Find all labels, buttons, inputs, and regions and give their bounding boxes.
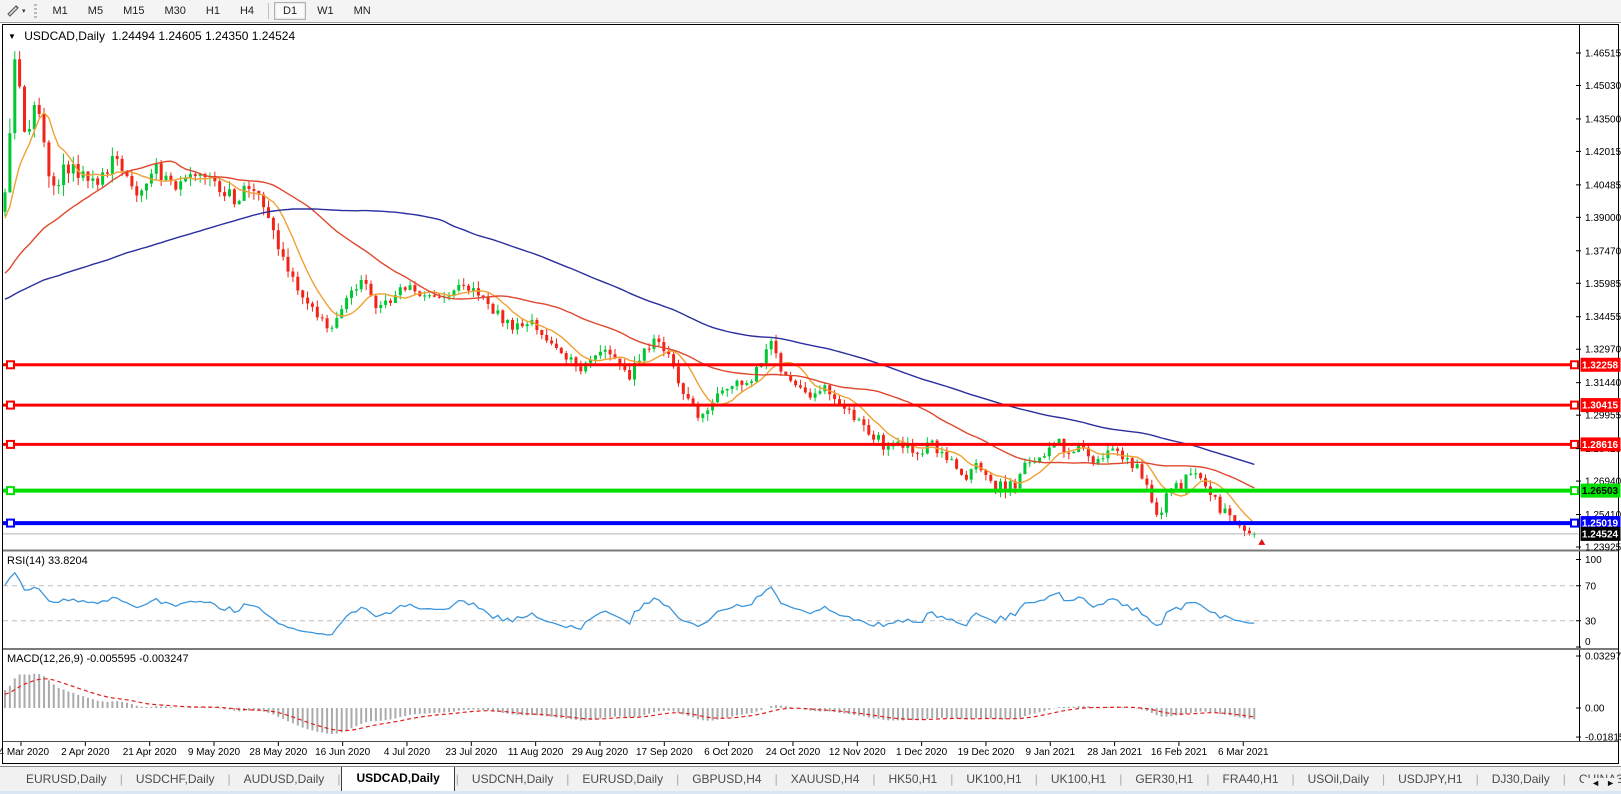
chart-tab-gbpusd-h4[interactable]: GBPUSD,H4 [680, 768, 773, 791]
trade-arrow-icon [1258, 539, 1265, 545]
chart-canvas: 1.46515 1.45030 1.43500 1.42015 1.40485 1.390… [0, 0, 1621, 794]
ma-fast-line [5, 113, 1254, 523]
macd-label: MACD(12,26,9) -0.005595 -0.003247 [7, 653, 189, 665]
time-axis-label: 28 May 2020 [249, 747, 307, 758]
price-axis-tick: 1.31440 [1585, 378, 1621, 389]
time-axis-label: 6 Oct 2020 [704, 747, 753, 758]
macd-pane: 0.032972 0.00 -0.018154 [5, 652, 1621, 744]
price-axis-tick: 1.23925 [1585, 542, 1621, 553]
time-axis-label: 16 Feb 2021 [1151, 747, 1208, 758]
price-axis-tick: 1.43500 [1585, 114, 1621, 125]
price-axis-tick: 1.29955 [1585, 411, 1621, 422]
time-axis-label: 29 Aug 2020 [572, 747, 629, 758]
chart-tab-usoil-daily[interactable]: USOil,Daily [1296, 768, 1381, 791]
level-handle[interactable] [7, 520, 14, 527]
tab-scroll-left-icon[interactable]: ◄ [1588, 778, 1603, 788]
chart-ohlc-values: 1.24494 1.24605 1.24350 1.24524 [112, 29, 296, 43]
chart-tab-usdcad-daily[interactable]: USDCAD,Daily [341, 766, 454, 791]
time-axis-label: 14 Mar 2020 [0, 747, 50, 758]
chart-tab-usdchf-daily[interactable]: USDCHF,Daily [124, 768, 227, 791]
time-axis[interactable]: 14 Mar 2020 2 Apr 2020 21 Apr 2020 9 May 20… [0, 742, 1269, 758]
price-tag-value: 1.30415 [1582, 401, 1619, 412]
chart-tab-bar: EURUSD,Daily|USDCHF,Daily|AUDUSD,Daily|U… [0, 766, 1621, 791]
level-handle[interactable] [1571, 520, 1578, 527]
chart-title: ▼ USDCAD,Daily 1.24494 1.24605 1.24350 1… [8, 29, 295, 43]
price-tag-value: 1.26503 [1582, 486, 1619, 497]
chart-tab-hk50-h1[interactable]: HK50,H1 [877, 768, 950, 791]
tab-scroll-arrows: ◄► [1584, 778, 1618, 788]
chart-tab-uk100-h1[interactable]: UK100,H1 [954, 768, 1033, 791]
time-axis-label: 6 Mar 2021 [1218, 747, 1269, 758]
time-axis-label: 17 Sep 2020 [636, 747, 693, 758]
macd-signal-line [5, 679, 1254, 731]
price-axis-tick: 1.46515 [1585, 49, 1621, 60]
price-axis[interactable]: 1.46515 1.45030 1.43500 1.42015 1.40485 1.390… [1576, 49, 1621, 554]
time-axis-label: 12 Nov 2020 [829, 747, 886, 758]
trading-terminal: ▾ M1M5M15M30H1H4D1W1MN ▼ USDCAD,Daily 1.… [0, 0, 1621, 794]
price-tag-value: 1.24524 [1582, 529, 1619, 540]
price-axis-tick: 1.34455 [1585, 312, 1621, 323]
time-axis-label: 2 Apr 2020 [61, 747, 110, 758]
rsi-axis-tick: 0 [1585, 637, 1591, 648]
chart-tab-xauusd-h4[interactable]: XAUUSD,H4 [779, 768, 872, 791]
time-axis-label: 19 Dec 2020 [958, 747, 1015, 758]
price-axis-tick: 1.35985 [1585, 279, 1621, 290]
level-handle[interactable] [7, 402, 14, 409]
chart-tab-usdjpy-h1[interactable]: USDJPY,H1 [1386, 768, 1474, 791]
time-axis-label: 1 Dec 2020 [896, 747, 948, 758]
chart-tab-audusd-daily[interactable]: AUDUSD,Daily [232, 768, 337, 791]
level-handle[interactable] [1571, 361, 1578, 368]
level-handle[interactable] [7, 487, 14, 494]
time-axis-label: 28 Jan 2021 [1087, 747, 1142, 758]
chart-tab-eurusd-daily[interactable]: EURUSD,Daily [570, 768, 675, 791]
horizontal-level-lines [3, 361, 1578, 526]
macd-values: -0.005595 -0.003247 [86, 653, 188, 665]
time-axis-label: 21 Apr 2020 [123, 747, 177, 758]
macd-axis-tick: 0.032972 [1585, 652, 1621, 663]
time-axis-label: 9 Jan 2021 [1026, 747, 1076, 758]
tab-scroll-right-icon[interactable]: ► [1603, 778, 1618, 788]
chart-tab-uk100-h1[interactable]: UK100,H1 [1039, 768, 1118, 791]
time-axis-label: 9 May 2020 [188, 747, 241, 758]
chart-tab-dj30-daily[interactable]: DJ30,Daily [1480, 768, 1562, 791]
time-axis-label: 11 Aug 2020 [508, 747, 564, 758]
price-axis-tick: 1.42015 [1585, 147, 1621, 158]
time-axis-label: 24 Oct 2020 [766, 747, 821, 758]
chart-tab-ger30-h1[interactable]: GER30,H1 [1123, 768, 1205, 791]
price-axis-tick: 1.37470 [1585, 246, 1621, 257]
rsi-axis-tick: 70 [1585, 581, 1597, 592]
level-handle[interactable] [1571, 487, 1578, 494]
collapse-triangle-icon[interactable]: ▼ [8, 32, 16, 41]
time-axis-label: 4 Jul 2020 [384, 747, 431, 758]
price-axis-tick: 1.39000 [1585, 213, 1621, 224]
macd-axis-tick: -0.018154 [1585, 733, 1621, 744]
ma-slow-line [5, 209, 1254, 465]
price-tag-value: 1.28616 [1582, 440, 1619, 451]
chart-symbol: USDCAD,Daily [24, 29, 105, 43]
chart-tab-usdcnh-daily[interactable]: USDCNH,Daily [460, 768, 565, 791]
chart-tab-fra40-h1[interactable]: FRA40,H1 [1210, 768, 1290, 791]
time-axis-label: 16 Jun 2020 [315, 747, 370, 758]
level-handle[interactable] [7, 441, 14, 448]
chart-tab-eurusd-daily[interactable]: EURUSD,Daily [14, 768, 119, 791]
level-handle[interactable] [7, 361, 14, 368]
rsi-line [5, 573, 1254, 635]
rsi-label: RSI(14) 33.8204 [7, 555, 88, 567]
time-axis-label: 23 Jul 2020 [445, 747, 497, 758]
rsi-axis-tick: 100 [1585, 555, 1602, 566]
macd-axis-tick: 0.00 [1585, 704, 1605, 715]
rsi-pane: 100 70 30 0 [3, 555, 1602, 648]
rsi-axis-tick: 30 [1585, 616, 1597, 627]
rsi-value: 33.8204 [48, 555, 88, 567]
level-handle[interactable] [1571, 441, 1578, 448]
candlestick-series [4, 51, 1256, 538]
level-handle[interactable] [1571, 402, 1578, 409]
ma-mid-line [5, 161, 1254, 488]
price-axis-tick: 1.45030 [1585, 81, 1621, 92]
price-tag-value: 1.32258 [1582, 360, 1619, 371]
price-axis-tick: 1.40485 [1585, 180, 1621, 191]
price-axis-tick: 1.32970 [1585, 345, 1621, 356]
